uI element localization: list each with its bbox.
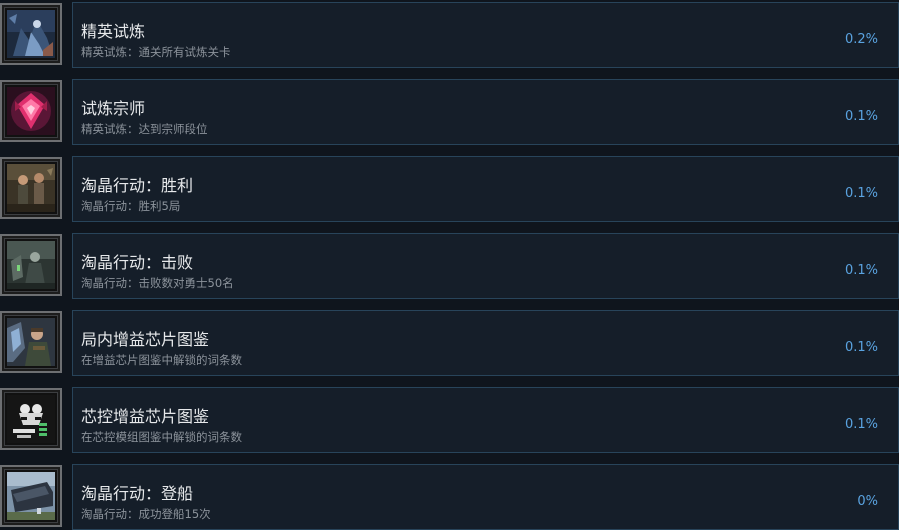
- achievement-icon-frame: [0, 3, 62, 65]
- achievement-unlock-percent: 0.1%: [844, 417, 878, 432]
- crystal-op-victory-icon: [7, 164, 55, 212]
- crystal-op-defeat-icon: [7, 241, 55, 289]
- achievement-panel: 淘晶行动：击败 淘晶行动：击败数对勇士50名 0.1%: [72, 233, 899, 299]
- trial-master-icon: [7, 87, 55, 135]
- achievement-title: 局内增益芯片图鉴: [81, 330, 210, 349]
- buff-chip-codex-icon: [7, 318, 55, 366]
- achievement-icon-frame: [0, 311, 62, 373]
- achievement-panel: 试炼宗师 精英试炼：达到宗师段位 0.1%: [72, 79, 899, 145]
- achievement-title: 芯控增益芯片图鉴: [81, 407, 210, 426]
- achievement-title: 精英试炼: [81, 22, 146, 41]
- achievement-description: 淘晶行动：成功登船15次: [81, 507, 211, 521]
- achievement-list: 精英试炼 精英试炼：通关所有试炼关卡 0.2% 试炼宗师 精英试炼：达到宗师段位…: [0, 0, 899, 530]
- achievement-panel: 淘晶行动：登船 淘晶行动：成功登船15次 0%: [72, 464, 899, 530]
- achievement-panel: 淘晶行动：胜利 淘晶行动：胜利5局 0.1%: [72, 156, 899, 222]
- achievement-row[interactable]: 淘晶行动：胜利 淘晶行动：胜利5局 0.1%: [0, 156, 899, 222]
- achievement-description: 在芯控模组图鉴中解锁的词条数: [81, 430, 242, 444]
- achievement-description: 淘晶行动：胜利5局: [81, 199, 181, 213]
- achievement-row[interactable]: 局内增益芯片图鉴 在增益芯片图鉴中解锁的词条数 0.1%: [0, 310, 899, 376]
- achievement-icon-frame: [0, 80, 62, 142]
- achievement-panel: 芯控增益芯片图鉴 在芯控模组图鉴中解锁的词条数 0.1%: [72, 387, 899, 453]
- achievement-row[interactable]: 淘晶行动：击败 淘晶行动：击败数对勇士50名 0.1%: [0, 233, 899, 299]
- achievement-unlock-percent: 0.1%: [844, 109, 878, 124]
- achievement-unlock-percent: 0.1%: [844, 263, 878, 278]
- achievement-unlock-percent: 0.2%: [844, 32, 878, 47]
- achievement-row[interactable]: 芯控增益芯片图鉴 在芯控模组图鉴中解锁的词条数 0.1%: [0, 387, 899, 453]
- achievement-row[interactable]: 淘晶行动：登船 淘晶行动：成功登船15次 0%: [0, 464, 899, 530]
- achievement-unlock-percent: 0%: [857, 494, 878, 509]
- achievement-title: 淘晶行动：击败: [81, 253, 194, 272]
- achievement-description: 淘晶行动：击败数对勇士50名: [81, 276, 234, 290]
- achievement-panel: 精英试炼 精英试炼：通关所有试炼关卡 0.2%: [72, 2, 899, 68]
- achievement-title: 试炼宗师: [81, 99, 146, 118]
- achievement-panel: 局内增益芯片图鉴 在增益芯片图鉴中解锁的词条数 0.1%: [72, 310, 899, 376]
- achievement-icon-frame: [0, 465, 62, 527]
- achievement-icon-frame: [0, 157, 62, 219]
- achievement-description: 在增益芯片图鉴中解锁的词条数: [81, 353, 242, 367]
- achievement-row[interactable]: 试炼宗师 精英试炼：达到宗师段位 0.1%: [0, 79, 899, 145]
- achievement-title: 淘晶行动：登船: [81, 484, 194, 503]
- achievement-description: 精英试炼：通关所有试炼关卡: [81, 45, 231, 59]
- crystal-op-boarding-icon: [7, 472, 55, 520]
- achievement-description: 精英试炼：达到宗师段位: [81, 122, 208, 136]
- achievement-title: 淘晶行动：胜利: [81, 176, 194, 195]
- achievement-unlock-percent: 0.1%: [844, 340, 878, 355]
- elite-trial-icon: [7, 10, 55, 58]
- achievement-unlock-percent: 0.1%: [844, 186, 878, 201]
- achievement-row[interactable]: 精英试炼 精英试炼：通关所有试炼关卡 0.2%: [0, 2, 899, 68]
- achievement-icon-frame: [0, 234, 62, 296]
- achievement-icon-frame: [0, 388, 62, 450]
- chip-control-codex-icon: [7, 395, 55, 443]
